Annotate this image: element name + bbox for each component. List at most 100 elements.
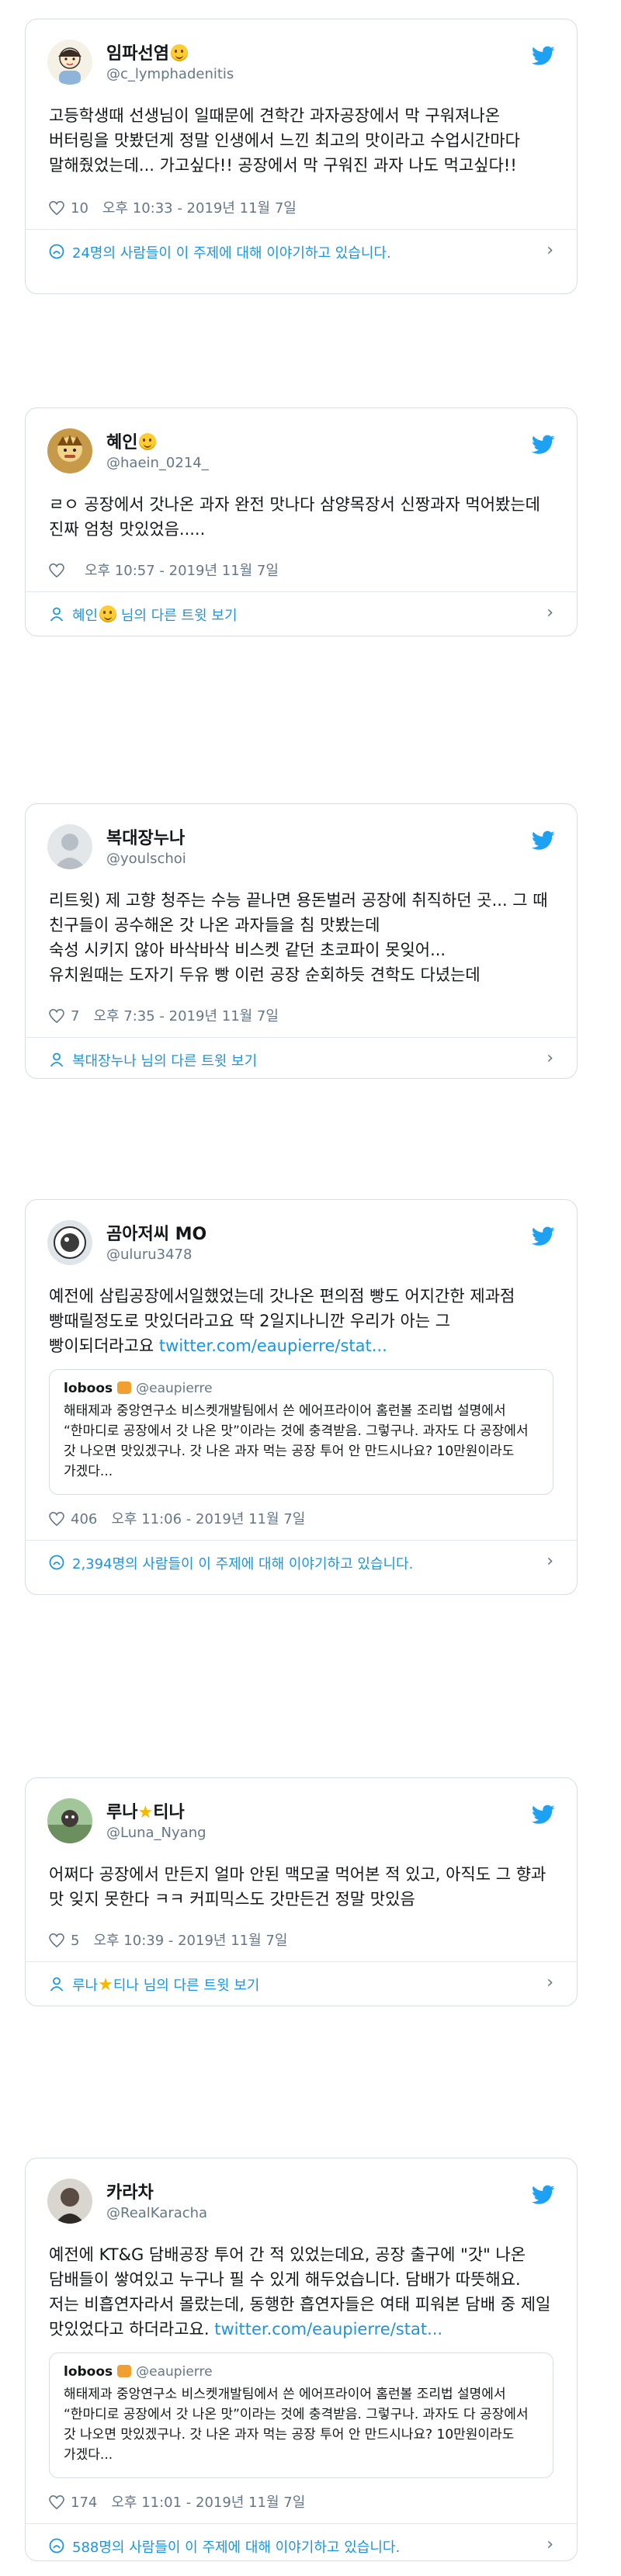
smiling-emoji-icon bbox=[99, 605, 117, 622]
star-icon: ★ bbox=[137, 1803, 154, 1822]
username[interactable]: @Luna_Nyang bbox=[106, 1825, 206, 1841]
tweet-card: 곰아저씨 MO @uluru3478 예전에 삼립공장에서일했었는데 갓나온 편… bbox=[25, 1199, 578, 1595]
more-tweets-link[interactable]: 루나★티나 님의 다른 트윗 보기 › bbox=[26, 1961, 577, 2006]
timestamp[interactable]: 오후 11:01 - 2019년 11월 7일 bbox=[111, 2495, 305, 2511]
heart-icon[interactable] bbox=[49, 201, 64, 215]
quoted-tweet[interactable]: loboos @eaupierre 해태제과 중앙연구소 비스켓개발팀에서 쓴 에… bbox=[49, 2352, 553, 2478]
conversation-link[interactable]: 2,394명의 사람들이 이 주제에 대해 이야기하고 있습니다. › bbox=[26, 1540, 577, 1584]
tweet-card: 루나★티나 @Luna_Nyang 어쩌다 공장에서 만든지 얼마 안된 맥모굴… bbox=[25, 1777, 578, 2006]
conversation-text: 24명의 사람들이 이 주제에 대해 이야기하고 있습니다. bbox=[72, 245, 391, 262]
star-icon: ★ bbox=[98, 1975, 113, 1995]
tweet-meta: 오후 10:57 - 2019년 11월 7일 bbox=[26, 551, 577, 591]
avatar[interactable] bbox=[47, 1220, 92, 1265]
tiger-emoji-icon bbox=[117, 2365, 132, 2377]
twitter-bird-icon[interactable] bbox=[532, 435, 555, 455]
username[interactable]: @haein_0214_ bbox=[106, 455, 209, 471]
tweet-card: 임파선염 @c_lymphadenitis 고등학생때 선생님이 일때문에 견학… bbox=[25, 19, 578, 294]
chevron-right-icon: › bbox=[546, 1551, 553, 1571]
heart-icon[interactable] bbox=[49, 2495, 64, 2509]
timestamp[interactable]: 오후 7:35 - 2019년 11월 7일 bbox=[93, 1008, 279, 1025]
chevron-right-icon: › bbox=[546, 603, 553, 622]
smiling-emoji-icon bbox=[170, 44, 188, 61]
heart-icon[interactable] bbox=[49, 1933, 64, 1947]
tweet-text: 리트윗) 제 고향 청주는 수능 끝나면 용돈벌러 공장에 취직하던 곳... … bbox=[49, 891, 548, 984]
heart-icon[interactable] bbox=[49, 563, 64, 577]
display-name[interactable]: 카라차 bbox=[106, 2179, 154, 2203]
heart-icon[interactable] bbox=[49, 1512, 64, 1526]
quoted-text: 해태제과 중앙연구소 비스켓개발팀에서 쓴 에어프라이어 홈런볼 조리법 설명에… bbox=[64, 1403, 529, 1479]
quoted-username: @eaupierre bbox=[136, 1381, 213, 1396]
avatar[interactable] bbox=[47, 40, 92, 85]
username[interactable]: @uluru3478 bbox=[106, 1246, 192, 1263]
tweet-card: 혜인 @haein_0214_ ㄹㅇ 공장에서 갓나온 과자 완전 맛나다 삼양… bbox=[25, 407, 578, 636]
heart-icon[interactable] bbox=[49, 1009, 64, 1023]
quoted-display-name: loboos bbox=[64, 1381, 113, 1396]
username[interactable]: @c_lymphadenitis bbox=[106, 66, 234, 82]
info-icon bbox=[49, 1555, 64, 1570]
tweet-text: 예전에 삼립공장에서일했었는데 갓나온 편의점 빵도 어지간한 제과점 빵때릴정… bbox=[49, 1287, 515, 1355]
tweet-card: 카라차 @RealKaracha 예전에 KT&G 담배공장 투어 간 적 있었… bbox=[25, 2158, 578, 2561]
timestamp[interactable]: 오후 10:39 - 2019년 11월 7일 bbox=[93, 1933, 287, 1949]
twitter-bird-icon[interactable] bbox=[532, 2185, 555, 2205]
info-icon bbox=[49, 2538, 64, 2553]
timestamp[interactable]: 오후 11:06 - 2019년 11월 7일 bbox=[111, 1511, 305, 1527]
quoted-display-name: loboos bbox=[64, 2364, 113, 2380]
timestamp[interactable]: 오후 10:33 - 2019년 11월 7일 bbox=[102, 200, 297, 217]
conversation-text: 2,394명의 사람들이 이 주제에 대해 이야기하고 있습니다. bbox=[72, 1556, 414, 1572]
twitter-bird-icon[interactable] bbox=[532, 46, 555, 66]
chevron-right-icon: › bbox=[546, 1049, 553, 1068]
tweet-text: 예전에 KT&G 담배공장 투어 간 적 있었는데요, 공장 출구에 "갓" 나… bbox=[49, 2245, 551, 2339]
chevron-right-icon: › bbox=[546, 241, 553, 260]
like-count: 7 bbox=[71, 1008, 80, 1025]
username[interactable]: @RealKaracha bbox=[106, 2205, 207, 2221]
display-name[interactable]: 루나★티나 bbox=[106, 1798, 185, 1823]
chevron-right-icon: › bbox=[546, 2535, 553, 2554]
avatar[interactable] bbox=[47, 428, 92, 473]
avatar[interactable] bbox=[47, 1798, 92, 1843]
username[interactable]: @youlschoi bbox=[106, 851, 186, 867]
display-name[interactable]: 혜인 bbox=[106, 428, 157, 453]
timestamp[interactable]: 오후 10:57 - 2019년 11월 7일 bbox=[85, 563, 279, 579]
quoted-tweet[interactable]: loboos @eaupierre 해태제과 중앙연구소 비스켓개발팀에서 쓴 에… bbox=[49, 1369, 553, 1495]
tweet-meta: 10 오후 10:33 - 2019년 11월 7일 bbox=[26, 189, 577, 229]
conversation-text: 588명의 사람들이 이 주제에 대해 이야기하고 있습니다. bbox=[72, 2540, 401, 2556]
twitter-bird-icon[interactable] bbox=[532, 1805, 555, 1825]
quoted-username: @eaupierre bbox=[136, 2364, 213, 2380]
like-count: 174 bbox=[71, 2495, 98, 2511]
person-icon bbox=[50, 607, 64, 622]
conversation-link[interactable]: 24명의 사람들이 이 주제에 대해 이야기하고 있습니다. › bbox=[26, 229, 577, 273]
more-tweets-text: 루나★티나 님의 다른 트윗 보기 bbox=[72, 1975, 260, 1995]
more-tweets-link[interactable]: 복대장누나 님의 다른 트윗 보기 › bbox=[26, 1037, 577, 1078]
info-icon bbox=[49, 244, 64, 259]
like-count: 5 bbox=[71, 1933, 80, 1949]
like-count: 406 bbox=[71, 1511, 98, 1527]
twitter-bird-icon[interactable] bbox=[532, 1226, 555, 1246]
avatar[interactable] bbox=[47, 2179, 92, 2224]
tweet-text: ㄹㅇ 공장에서 갓나온 과자 완전 맛나다 삼양목장서 신짱과자 먹어봤는데 진… bbox=[49, 495, 540, 539]
tweet-meta: 174 오후 11:01 - 2019년 11월 7일 bbox=[26, 2483, 577, 2523]
display-name[interactable]: 곰아저씨 MO bbox=[106, 1220, 206, 1245]
tweet-meta: 5 오후 10:39 - 2019년 11월 7일 bbox=[26, 1921, 577, 1961]
more-tweets-text: 혜인 님의 다른 트윗 보기 bbox=[72, 605, 238, 625]
tweet-card: 복대장누나 @youlschoi 리트윗) 제 고향 청주는 수능 끝나면 용돈… bbox=[25, 803, 578, 1079]
tweet-link[interactable]: twitter.com/eaupierre/stat... bbox=[214, 2320, 442, 2339]
tweet-meta: 7 오후 7:35 - 2019년 11월 7일 bbox=[26, 997, 577, 1037]
tweet-text: 어쩌다 공장에서 만든지 얼마 안된 맥모굴 먹어본 적 있고, 아직도 그 향… bbox=[49, 1865, 546, 1909]
person-icon bbox=[50, 1977, 64, 1992]
smiling-emoji-icon bbox=[139, 433, 157, 450]
person-icon bbox=[50, 1052, 64, 1067]
twitter-bird-icon[interactable] bbox=[532, 830, 555, 851]
tweet-link[interactable]: twitter.com/eaupierre/stat... bbox=[159, 1337, 387, 1355]
quoted-text: 해태제과 중앙연구소 비스켓개발팀에서 쓴 에어프라이어 홈런볼 조리법 설명에… bbox=[64, 2387, 529, 2463]
display-name[interactable]: 임파선염 bbox=[106, 40, 188, 64]
like-count: 10 bbox=[71, 200, 88, 217]
more-tweets-link[interactable]: 혜인 님의 다른 트윗 보기 › bbox=[26, 591, 577, 636]
avatar[interactable] bbox=[47, 824, 92, 869]
chevron-right-icon: › bbox=[546, 1973, 553, 1992]
tiger-emoji-icon bbox=[117, 1382, 132, 1394]
conversation-link[interactable]: 588명의 사람들이 이 주제에 대해 이야기하고 있습니다. › bbox=[26, 2523, 577, 2560]
display-name[interactable]: 복대장누나 bbox=[106, 824, 185, 849]
tweet-text: 고등학생때 선생님이 일때문에 견학간 과자공장에서 막 구워져나온 버터링을 … bbox=[49, 106, 521, 175]
tweet-meta: 406 오후 11:06 - 2019년 11월 7일 bbox=[26, 1499, 577, 1540]
more-tweets-text: 복대장누나 님의 다른 트윗 보기 bbox=[72, 1053, 258, 1070]
